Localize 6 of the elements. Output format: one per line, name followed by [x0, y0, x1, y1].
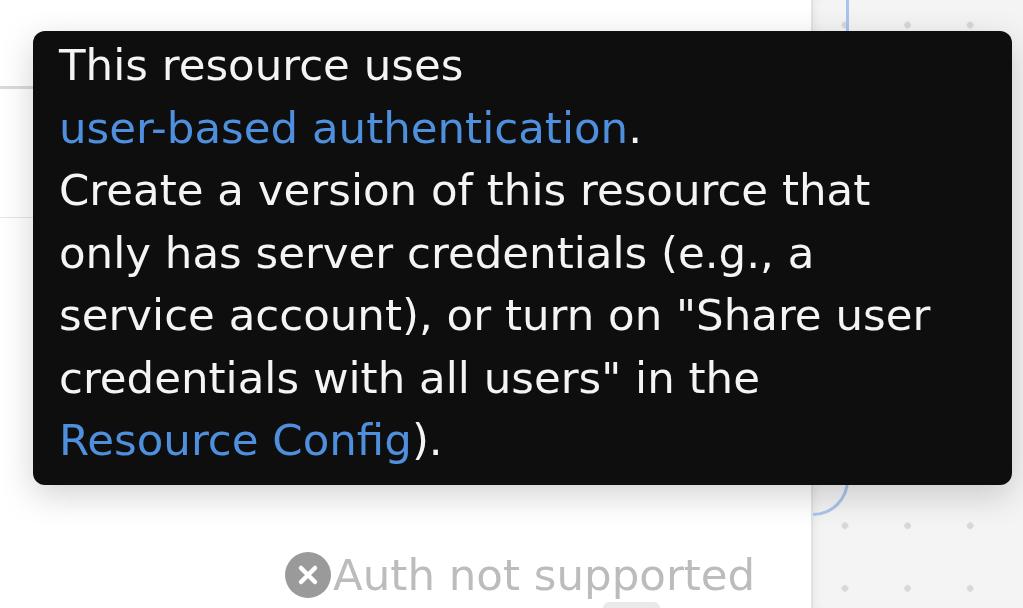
tooltip-text: This resource uses user-based authentication. — [59, 39, 643, 155]
x-circle-icon — [285, 552, 331, 598]
link[interactable]: Resource Config — [59, 415, 412, 465]
tooltip-text: Create a version of this resource that only has server credentials (e.g., a service account), or turn on "Share user credentials with all users" in the Resource Config). — [59, 164, 932, 467]
status-text: Auth not supported — [333, 551, 756, 599]
link[interactable]: user-based authentication — [59, 102, 629, 153]
